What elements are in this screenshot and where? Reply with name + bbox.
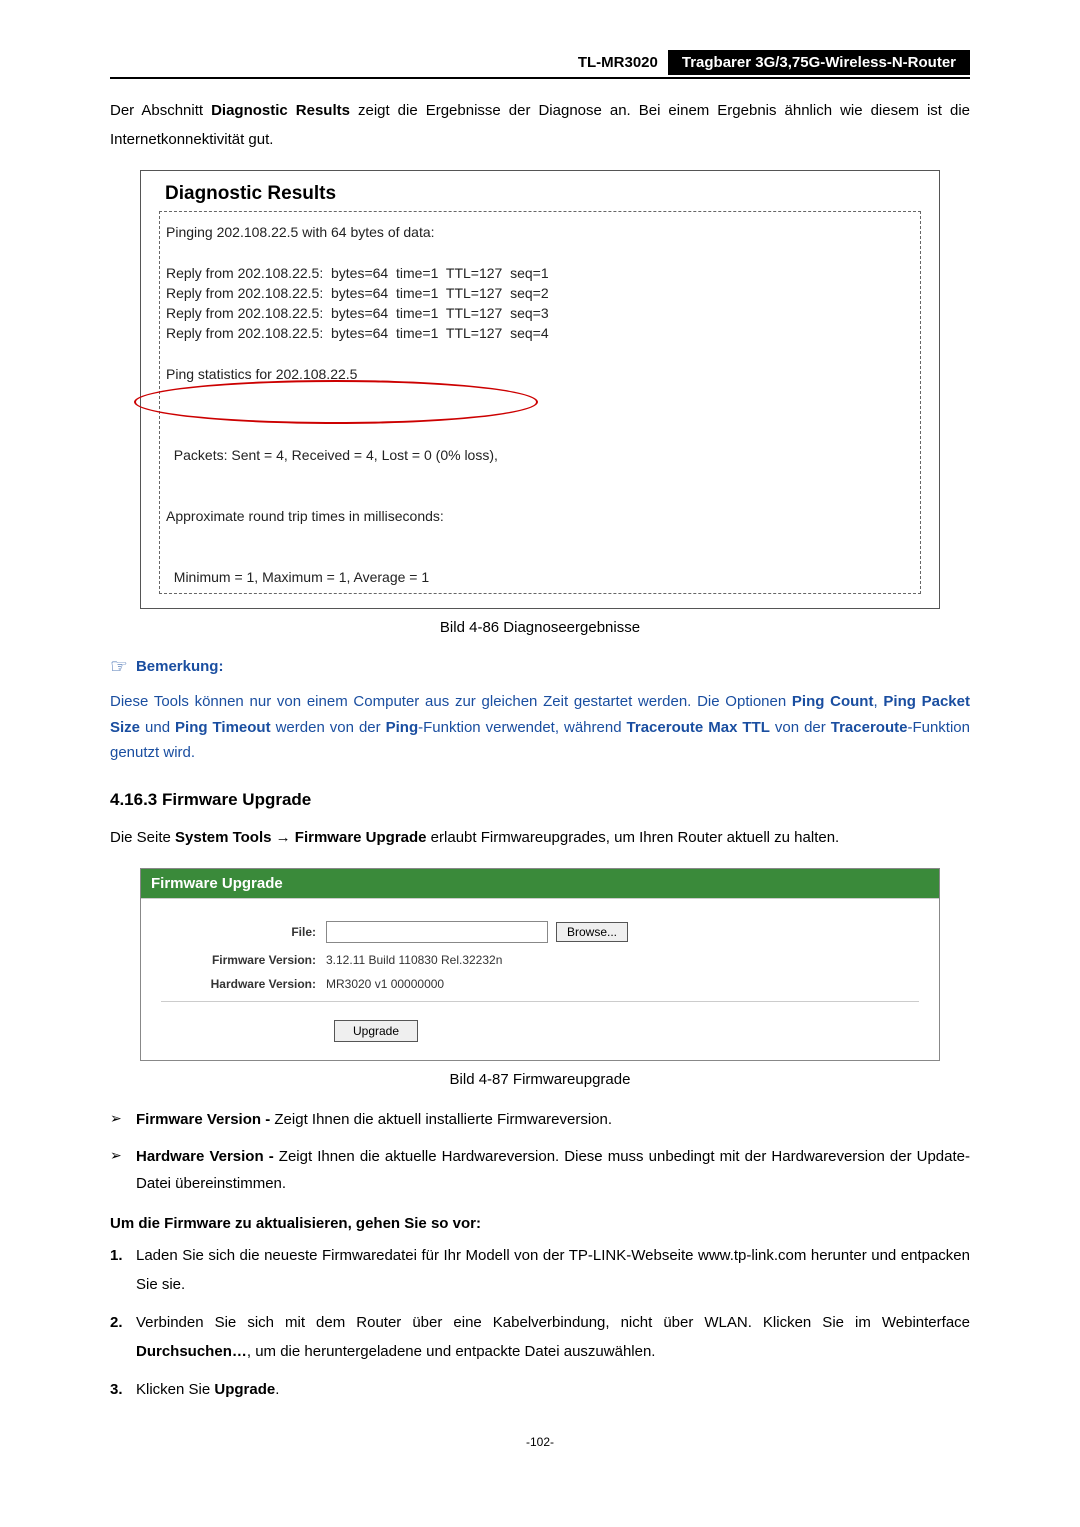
diagnostic-title: Diagnostic Results <box>165 183 921 205</box>
step-text: Laden Sie sich die neueste Firmwaredatei… <box>136 1242 970 1299</box>
intro-bold: Diagnostic Results <box>211 102 350 119</box>
figure-caption-1: Bild 4-86 Diagnoseergebnisse <box>110 619 970 636</box>
bullet-list: ➢ Firmware Version - Zeigt Ihnen die akt… <box>110 1106 970 1197</box>
header-description: Tragbarer 3G/3,75G-Wireless-N-Router <box>668 50 970 75</box>
highlighted-lines: Packets: Sent = 4, Received = 4, Lost = … <box>166 384 498 567</box>
header-model: TL-MR3020 <box>568 50 668 75</box>
header-rule <box>110 77 970 79</box>
firmware-version-value: 3.12.11 Build 110830 Rel.32232n <box>326 953 502 967</box>
upgrade-button[interactable]: Upgrade <box>334 1020 418 1042</box>
instructions-heading: Um die Firmware zu aktualisieren, gehen … <box>110 1215 970 1232</box>
ping-minmax: Minimum = 1, Maximum = 1, Average = 1 <box>166 567 914 587</box>
numbered-list: 1. Laden Sie sich die neueste Firmwareda… <box>110 1242 970 1405</box>
file-label: File: <box>161 925 326 939</box>
list-item: 3. Klicken Sie Upgrade. <box>110 1376 970 1405</box>
hand-point-icon: ☞ <box>110 654 128 679</box>
ping-reply: Reply from 202.108.22.5: bytes=64 time=1… <box>166 263 914 283</box>
hardware-version-row: Hardware Version: MR3020 v1 00000000 <box>161 977 919 991</box>
hardware-version-value: MR3020 v1 00000000 <box>326 977 444 991</box>
figure-caption-2: Bild 4-87 Firmwareupgrade <box>110 1071 970 1088</box>
section-paragraph: Die Seite System Tools → Firmware Upgrad… <box>110 824 970 853</box>
bemerkung-row: ☞ Bemerkung: <box>110 654 970 679</box>
page-header: TL-MR3020 Tragbarer 3G/3,75G-Wireless-N-… <box>110 50 970 75</box>
bullet-arrow-icon: ➢ <box>110 1106 136 1133</box>
hardware-version-label: Hardware Version: <box>161 977 326 991</box>
red-highlight-oval <box>134 380 538 424</box>
ping-packets: Packets: Sent = 4, Received = 4, Lost = … <box>166 445 498 465</box>
diagnostic-output: Pinging 202.108.22.5 with 64 bytes of da… <box>159 211 921 594</box>
step-text: Klicken Sie Upgrade. <box>136 1376 970 1405</box>
firmware-upgrade-box: Firmware Upgrade File: Browse... Firmwar… <box>140 868 940 1061</box>
ping-approx: Approximate round trip times in millisec… <box>166 506 498 526</box>
section-para-prefix: Die Seite <box>110 829 175 846</box>
ping-reply: Reply from 202.108.22.5: bytes=64 time=1… <box>166 323 914 343</box>
section-para-rest: erlaubt Firmwareupgrades, um Ihren Route… <box>427 829 840 846</box>
bemerkung-label: Bemerkung: <box>136 658 224 675</box>
bullet-arrow-icon: ➢ <box>110 1143 136 1197</box>
firmware-version-row: Firmware Version: 3.12.11 Build 110830 R… <box>161 953 919 967</box>
step-number: 2. <box>110 1309 136 1366</box>
firmware-divider-2 <box>161 1001 919 1002</box>
bullet-text: Hardware Version - Zeigt Ihnen die aktue… <box>136 1143 970 1197</box>
list-item: 1. Laden Sie sich die neueste Firmwareda… <box>110 1242 970 1299</box>
step-number: 1. <box>110 1242 136 1299</box>
section-para-bold: System Tools → Firmware Upgrade <box>175 829 426 846</box>
bullet-text: Firmware Version - Zeigt Ihnen die aktue… <box>136 1106 970 1133</box>
list-item: 2. Verbinden Sie sich mit dem Router übe… <box>110 1309 970 1366</box>
step-text: Verbinden Sie sich mit dem Router über e… <box>136 1309 970 1366</box>
browse-button[interactable]: Browse... <box>556 922 628 942</box>
intro-prefix: Der Abschnitt <box>110 102 211 119</box>
firmware-upgrade-header: Firmware Upgrade <box>141 869 939 898</box>
intro-paragraph: Der Abschnitt Diagnostic Results zeigt d… <box>110 97 970 154</box>
ping-header: Pinging 202.108.22.5 with 64 bytes of da… <box>166 222 914 242</box>
file-row: File: Browse... <box>161 921 919 943</box>
list-item: ➢ Hardware Version - Zeigt Ihnen die akt… <box>110 1143 970 1197</box>
ping-reply: Reply from 202.108.22.5: bytes=64 time=1… <box>166 303 914 323</box>
list-item: ➢ Firmware Version - Zeigt Ihnen die akt… <box>110 1106 970 1133</box>
bemerkung-text: Diese Tools können nur von einem Compute… <box>110 689 970 766</box>
diagnostic-results-box: Diagnostic Results Pinging 202.108.22.5 … <box>140 170 940 609</box>
ping-stats-header: Ping statistics for 202.108.22.5 <box>166 364 914 384</box>
section-heading: 4.16.3 Firmware Upgrade <box>110 790 970 810</box>
firmware-version-label: Firmware Version: <box>161 953 326 967</box>
page-number: -102- <box>110 1435 970 1449</box>
step-number: 3. <box>110 1376 136 1405</box>
ping-reply: Reply from 202.108.22.5: bytes=64 time=1… <box>166 283 914 303</box>
file-input[interactable] <box>326 921 548 943</box>
firmware-body: File: Browse... Firmware Version: 3.12.1… <box>141 899 939 1060</box>
